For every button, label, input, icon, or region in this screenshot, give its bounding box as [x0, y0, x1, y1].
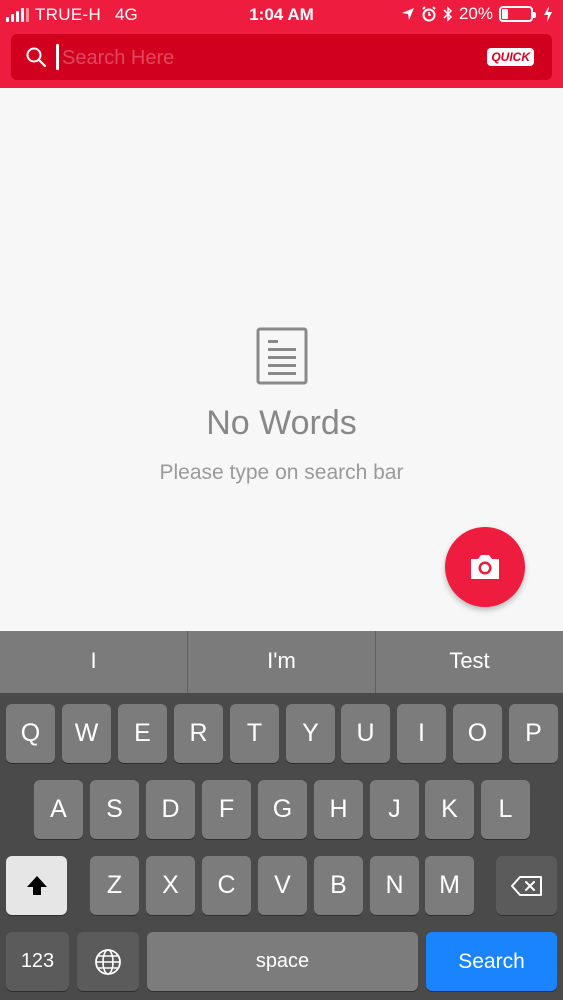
key-x[interactable]: X: [146, 856, 195, 915]
search-bar[interactable]: Search Here QUICK: [11, 34, 552, 80]
key-l[interactable]: L: [481, 780, 530, 839]
key-m[interactable]: M: [425, 856, 474, 915]
key-a[interactable]: A: [34, 780, 83, 839]
key-p[interactable]: P: [509, 704, 558, 763]
search-icon: [26, 47, 47, 68]
key-h[interactable]: H: [314, 780, 363, 839]
status-bar: TRUE-H 4G 1:04 AM 20%: [0, 0, 563, 30]
key-c[interactable]: C: [202, 856, 251, 915]
key-r[interactable]: R: [174, 704, 223, 763]
key-s[interactable]: S: [90, 780, 139, 839]
key-i[interactable]: I: [397, 704, 446, 763]
suggestion-1[interactable]: I: [0, 631, 188, 693]
empty-state-subtitle: Please type on search bar: [159, 461, 404, 484]
empty-state-title: No Words: [206, 404, 357, 442]
keyboard: I I'm Test Q W E R T Y U I O P A S D F G…: [0, 631, 563, 1000]
key-w[interactable]: W: [62, 704, 111, 763]
camera-button[interactable]: [445, 527, 525, 607]
globe-key[interactable]: [77, 932, 139, 991]
backspace-key[interactable]: [496, 856, 557, 915]
key-g[interactable]: G: [258, 780, 307, 839]
quick-button[interactable]: QUICK: [487, 48, 534, 66]
key-u[interactable]: U: [341, 704, 390, 763]
space-key[interactable]: space: [147, 932, 418, 991]
key-z[interactable]: Z: [90, 856, 139, 915]
globe-icon: [95, 948, 121, 975]
suggestion-bar: I I'm Test: [0, 631, 563, 693]
key-o[interactable]: O: [453, 704, 502, 763]
key-q[interactable]: Q: [6, 704, 55, 763]
bluetooth-icon: [443, 6, 453, 22]
key-f[interactable]: F: [202, 780, 251, 839]
search-input[interactable]: Search Here: [62, 47, 174, 70]
backspace-icon: [510, 875, 542, 896]
battery-icon: [499, 6, 536, 22]
search-key[interactable]: Search: [426, 932, 557, 991]
key-n[interactable]: N: [370, 856, 419, 915]
battery-percent: 20%: [458, 4, 493, 23]
shift-icon: [26, 875, 47, 895]
key-e[interactable]: E: [118, 704, 167, 763]
location-arrow-icon: [401, 8, 414, 20]
app-header: TRUE-H 4G 1:04 AM 20% Search Here QUICK: [0, 0, 563, 88]
charging-icon: [544, 6, 552, 22]
key-d[interactable]: D: [146, 780, 195, 839]
document-icon: [256, 327, 308, 385]
alarm-icon: [422, 6, 436, 22]
key-v[interactable]: V: [258, 856, 307, 915]
key-j[interactable]: J: [370, 780, 419, 839]
key-b[interactable]: B: [314, 856, 363, 915]
shift-key[interactable]: [6, 856, 67, 915]
key-t[interactable]: T: [230, 704, 279, 763]
numbers-key[interactable]: 123: [6, 932, 69, 991]
text-cursor: [56, 44, 59, 70]
suggestion-2[interactable]: I'm: [188, 631, 376, 693]
key-y[interactable]: Y: [286, 704, 335, 763]
suggestion-3[interactable]: Test: [376, 631, 563, 693]
camera-icon: [471, 555, 499, 579]
key-k[interactable]: K: [425, 780, 474, 839]
